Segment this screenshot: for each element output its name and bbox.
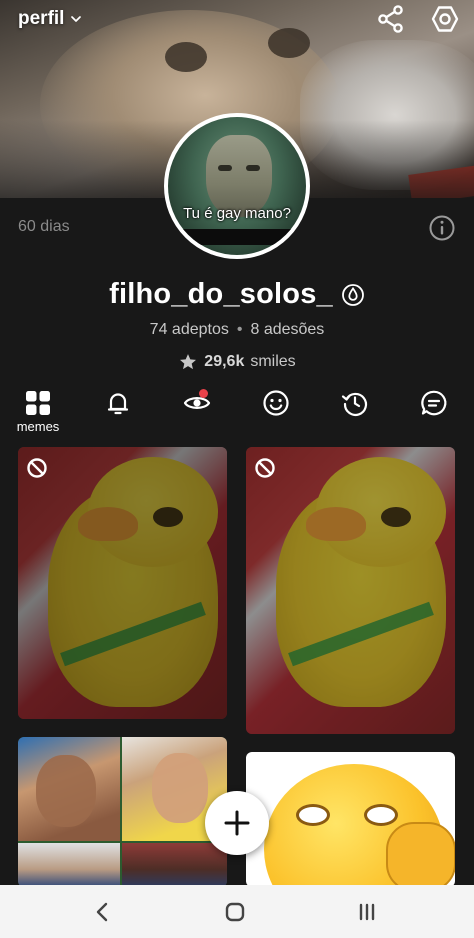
smiles-count: 29,6k bbox=[204, 353, 245, 370]
avatar-caption: Tu é gay mano? bbox=[183, 205, 291, 222]
notification-dot bbox=[199, 389, 208, 398]
recent-apps-icon[interactable] bbox=[352, 897, 382, 927]
tab-memes-label: memes bbox=[16, 419, 60, 434]
emoji-eye-left bbox=[296, 804, 330, 826]
page-title: perfil bbox=[18, 8, 65, 29]
avatar-caption-bar bbox=[178, 229, 296, 245]
cover-eye-left bbox=[165, 42, 207, 72]
stats-separator: • bbox=[236, 321, 243, 338]
avatar[interactable]: Tu é gay mano? bbox=[164, 113, 310, 259]
tab-memes[interactable]: memes bbox=[16, 388, 60, 438]
collage-photo-3 bbox=[18, 843, 120, 887]
share-icon[interactable] bbox=[376, 4, 406, 34]
blocked-overlay bbox=[246, 447, 455, 734]
home-icon[interactable] bbox=[220, 897, 250, 927]
settings-icon[interactable] bbox=[430, 4, 460, 34]
meme-thumbnail-4[interactable] bbox=[246, 752, 455, 887]
drop-icon[interactable] bbox=[341, 283, 365, 307]
profile-switcher[interactable]: perfil bbox=[18, 8, 84, 30]
plus-icon bbox=[224, 810, 250, 836]
comment-icon bbox=[421, 390, 447, 416]
system-navigation-bar bbox=[0, 885, 474, 938]
info-icon[interactable] bbox=[428, 214, 456, 242]
blocked-icon bbox=[27, 458, 47, 478]
tab-notifications[interactable] bbox=[98, 388, 138, 438]
tab-history[interactable] bbox=[335, 388, 375, 438]
username-row: filho_do_solos_ bbox=[0, 278, 474, 311]
username: filho_do_solos_ bbox=[109, 278, 333, 310]
chevron-down-icon bbox=[71, 16, 82, 22]
emoji-hand bbox=[386, 822, 455, 887]
meme-thumbnail-2[interactable] bbox=[246, 447, 455, 734]
following-count[interactable]: 8 adesões bbox=[250, 321, 324, 338]
tab-comments[interactable] bbox=[414, 388, 454, 438]
create-meme-button[interactable] bbox=[205, 791, 269, 855]
history-icon bbox=[341, 392, 368, 416]
profile-tabs: memes bbox=[0, 388, 474, 438]
grid-icon bbox=[26, 391, 50, 415]
bell-icon bbox=[107, 393, 129, 415]
smile-icon bbox=[263, 390, 289, 416]
followers-count[interactable]: 74 adeptos bbox=[150, 321, 229, 338]
smiles-label: smiles bbox=[250, 353, 296, 370]
blocked-overlay bbox=[18, 447, 227, 719]
blocked-icon bbox=[255, 458, 275, 478]
back-icon[interactable] bbox=[87, 897, 117, 927]
meme-thumbnail-3[interactable] bbox=[18, 737, 227, 887]
top-bar: perfil bbox=[0, 0, 474, 40]
collage-photo-1 bbox=[18, 737, 120, 841]
emoji-eye-right bbox=[364, 804, 398, 826]
star-icon bbox=[180, 354, 197, 370]
collage-photo-4 bbox=[122, 843, 227, 887]
follow-stats: 74 adeptos • 8 adesões bbox=[0, 321, 474, 339]
tab-reactions[interactable] bbox=[256, 388, 296, 438]
meme-thumbnail-1[interactable] bbox=[18, 447, 227, 719]
account-age: 60 dias bbox=[18, 218, 70, 235]
tab-views[interactable] bbox=[177, 388, 217, 438]
smiles-row: 29,6k smiles bbox=[0, 352, 474, 372]
